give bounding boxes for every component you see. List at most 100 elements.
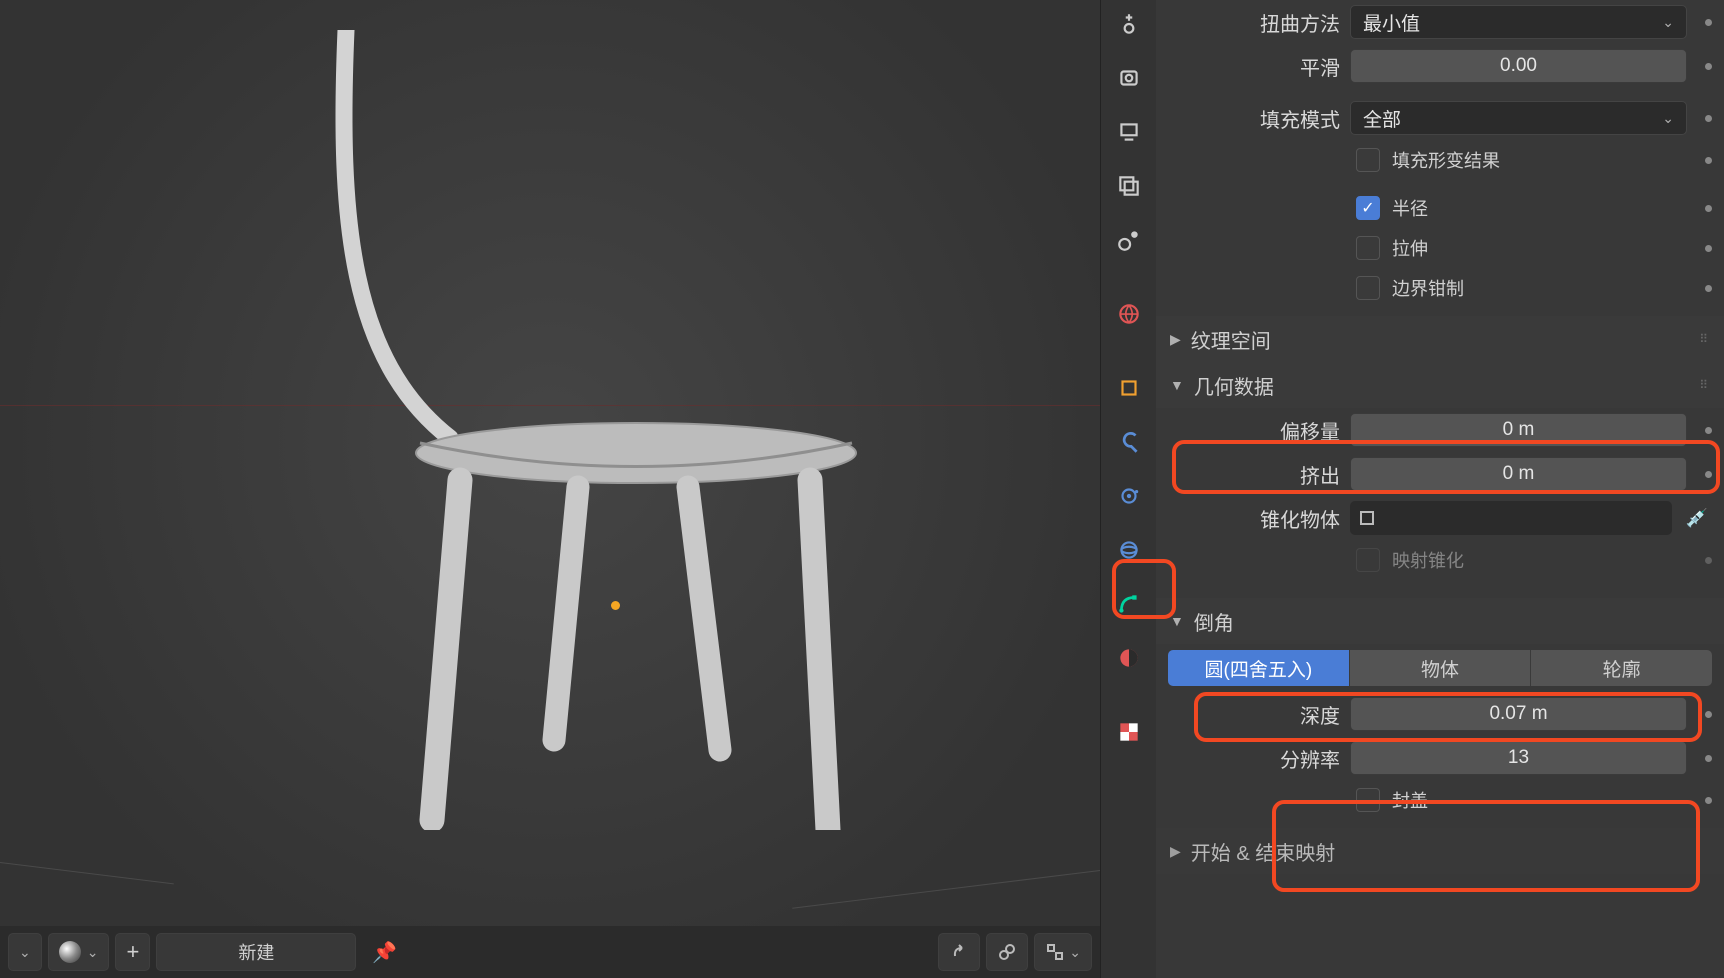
panel-title: 开始 & 结束映射	[1191, 837, 1335, 866]
select-value: 最小值	[1363, 9, 1420, 36]
prop-bevel-depth: 深度 0.07 m	[1156, 692, 1724, 736]
extrude-field[interactable]: 0 m	[1350, 457, 1687, 491]
checkbox-fill-deform[interactable]	[1356, 148, 1380, 172]
bevel-depth-field[interactable]: 0.07 m	[1350, 697, 1687, 731]
panel-geometry[interactable]: ▼ 几何数据 ⠿	[1156, 362, 1724, 408]
bevel-tab-round[interactable]: 圆(四舍五入)	[1168, 650, 1350, 686]
checkbox-label: 封盖	[1392, 787, 1428, 813]
label: 偏移量	[1168, 416, 1340, 445]
viewport-3d[interactable]: ⌄ ⌄ + 新建 📌 ⌄	[0, 0, 1100, 978]
checkbox-label: 映射锥化	[1392, 547, 1464, 573]
anim-dot[interactable]	[1705, 711, 1712, 718]
cursor-3d	[611, 601, 620, 610]
prop-map-taper: 映射锥化	[1156, 540, 1724, 580]
checkbox-label: 边界钳制	[1392, 275, 1464, 301]
anim-dot[interactable]	[1705, 797, 1712, 804]
label: 平滑	[1168, 52, 1340, 81]
checkbox-radius[interactable]: ✓	[1356, 196, 1380, 220]
tab-scene[interactable]	[1107, 218, 1151, 262]
checkbox-label: 填充形变结果	[1392, 147, 1500, 173]
tab-tool[interactable]	[1107, 2, 1151, 46]
prop-smooth: 平滑 0.00	[1156, 44, 1724, 88]
tab-render[interactable]	[1107, 56, 1151, 100]
label: 挤出	[1168, 460, 1340, 489]
checkbox-bounds-clamp[interactable]	[1356, 276, 1380, 300]
eyedropper-button[interactable]: 💉	[1682, 508, 1712, 529]
triangle-down-icon: ▼	[1170, 377, 1184, 393]
panel-texture-space[interactable]: ▶ 纹理空间 ⠿	[1156, 316, 1724, 362]
grid-line	[0, 862, 174, 884]
prop-extrude: 挤出 0 m	[1156, 452, 1724, 496]
chevron-down-icon: ⌄	[1662, 14, 1674, 31]
triangle-right-icon: ▶	[1170, 331, 1181, 348]
field-value: 0.00	[1500, 55, 1537, 77]
label: 填充模式	[1168, 104, 1340, 133]
anim-dot[interactable]	[1705, 557, 1712, 564]
prop-offset: 偏移量 0 m	[1156, 408, 1724, 452]
tab-object[interactable]	[1107, 366, 1151, 410]
label: 锥化物体	[1168, 504, 1340, 533]
tool-link[interactable]	[986, 933, 1028, 971]
tab-output[interactable]	[1107, 110, 1151, 154]
offset-field[interactable]: 0 m	[1350, 413, 1687, 447]
smooth-field[interactable]: 0.00	[1350, 49, 1687, 83]
anim-dot[interactable]	[1705, 285, 1712, 292]
prop-fill-caps: 封盖	[1156, 780, 1724, 820]
anim-dot[interactable]	[1705, 19, 1712, 26]
tab-object-data-curve[interactable]	[1107, 582, 1151, 626]
bottom-toolbar: ⌄ ⌄ + 新建 📌 ⌄	[0, 926, 1100, 978]
anim-dot[interactable]	[1705, 245, 1712, 252]
grid-line	[792, 870, 1100, 909]
pin-button[interactable]: 📌	[362, 933, 407, 971]
panel-bevel[interactable]: ▼ 倒角	[1156, 598, 1724, 644]
anim-dot[interactable]	[1705, 427, 1712, 434]
anim-dot[interactable]	[1705, 205, 1712, 212]
checkbox-stretch[interactable]	[1356, 236, 1380, 260]
sphere-icon	[59, 941, 81, 963]
drag-icon: ⠿	[1699, 378, 1710, 392]
checkbox-fill-caps[interactable]	[1356, 788, 1380, 812]
tab-texture[interactable]	[1107, 710, 1151, 754]
object-icon	[1358, 509, 1376, 527]
tab-particles[interactable]	[1107, 474, 1151, 518]
tool-snap-dropdown[interactable]: ⌄	[1034, 933, 1092, 971]
panel-title: 纹理空间	[1191, 325, 1271, 354]
panel-start-end-mapping[interactable]: ▶ 开始 & 结束映射	[1156, 828, 1724, 874]
checkbox-label: 拉伸	[1392, 235, 1428, 261]
plus-icon: +	[126, 939, 139, 965]
panel-title: 倒角	[1194, 607, 1234, 636]
field-value: 0 m	[1503, 419, 1535, 441]
checkbox-map-taper[interactable]	[1356, 548, 1380, 572]
chevron-down-icon: ⌄	[1662, 110, 1674, 127]
anim-dot[interactable]	[1705, 115, 1712, 122]
tab-modifiers[interactable]	[1107, 420, 1151, 464]
bevel-resolution-field[interactable]: 13	[1350, 741, 1687, 775]
tab-world[interactable]	[1107, 292, 1151, 336]
bevel-tab-profile[interactable]: 轮廓	[1531, 650, 1712, 686]
prop-bevel-resolution: 分辨率 13	[1156, 736, 1724, 780]
new-button[interactable]: 新建	[156, 933, 356, 971]
anim-dot[interactable]	[1705, 755, 1712, 762]
tab-material[interactable]	[1107, 636, 1151, 680]
tab-view-layer[interactable]	[1107, 164, 1151, 208]
label: 分辨率	[1168, 744, 1340, 773]
anim-dot[interactable]	[1705, 63, 1712, 70]
prop-radius: ✓ 半径	[1156, 188, 1724, 228]
prop-stretch: 拉伸	[1156, 228, 1724, 268]
chair-model	[320, 30, 880, 830]
dropdown-button[interactable]: ⌄	[8, 933, 42, 971]
panel-title: 几何数据	[1194, 371, 1274, 400]
tool-arrow-up[interactable]	[938, 933, 980, 971]
anim-dot[interactable]	[1705, 157, 1712, 164]
bevel-tab-object[interactable]: 物体	[1350, 650, 1532, 686]
anim-dot[interactable]	[1705, 471, 1712, 478]
tab-physics[interactable]	[1107, 528, 1151, 572]
twist-method-select[interactable]: 最小值 ⌄	[1350, 5, 1687, 39]
add-button[interactable]: +	[115, 933, 150, 971]
tab-label: 轮廓	[1603, 655, 1641, 682]
bevel-mode-tabs: 圆(四舍五入) 物体 轮廓	[1168, 650, 1712, 686]
taper-object-field[interactable]	[1350, 501, 1672, 535]
prop-taper-object: 锥化物体 💉	[1156, 496, 1724, 540]
fill-mode-select[interactable]: 全部 ⌄	[1350, 101, 1687, 135]
shading-mode-dropdown[interactable]: ⌄	[48, 933, 110, 971]
